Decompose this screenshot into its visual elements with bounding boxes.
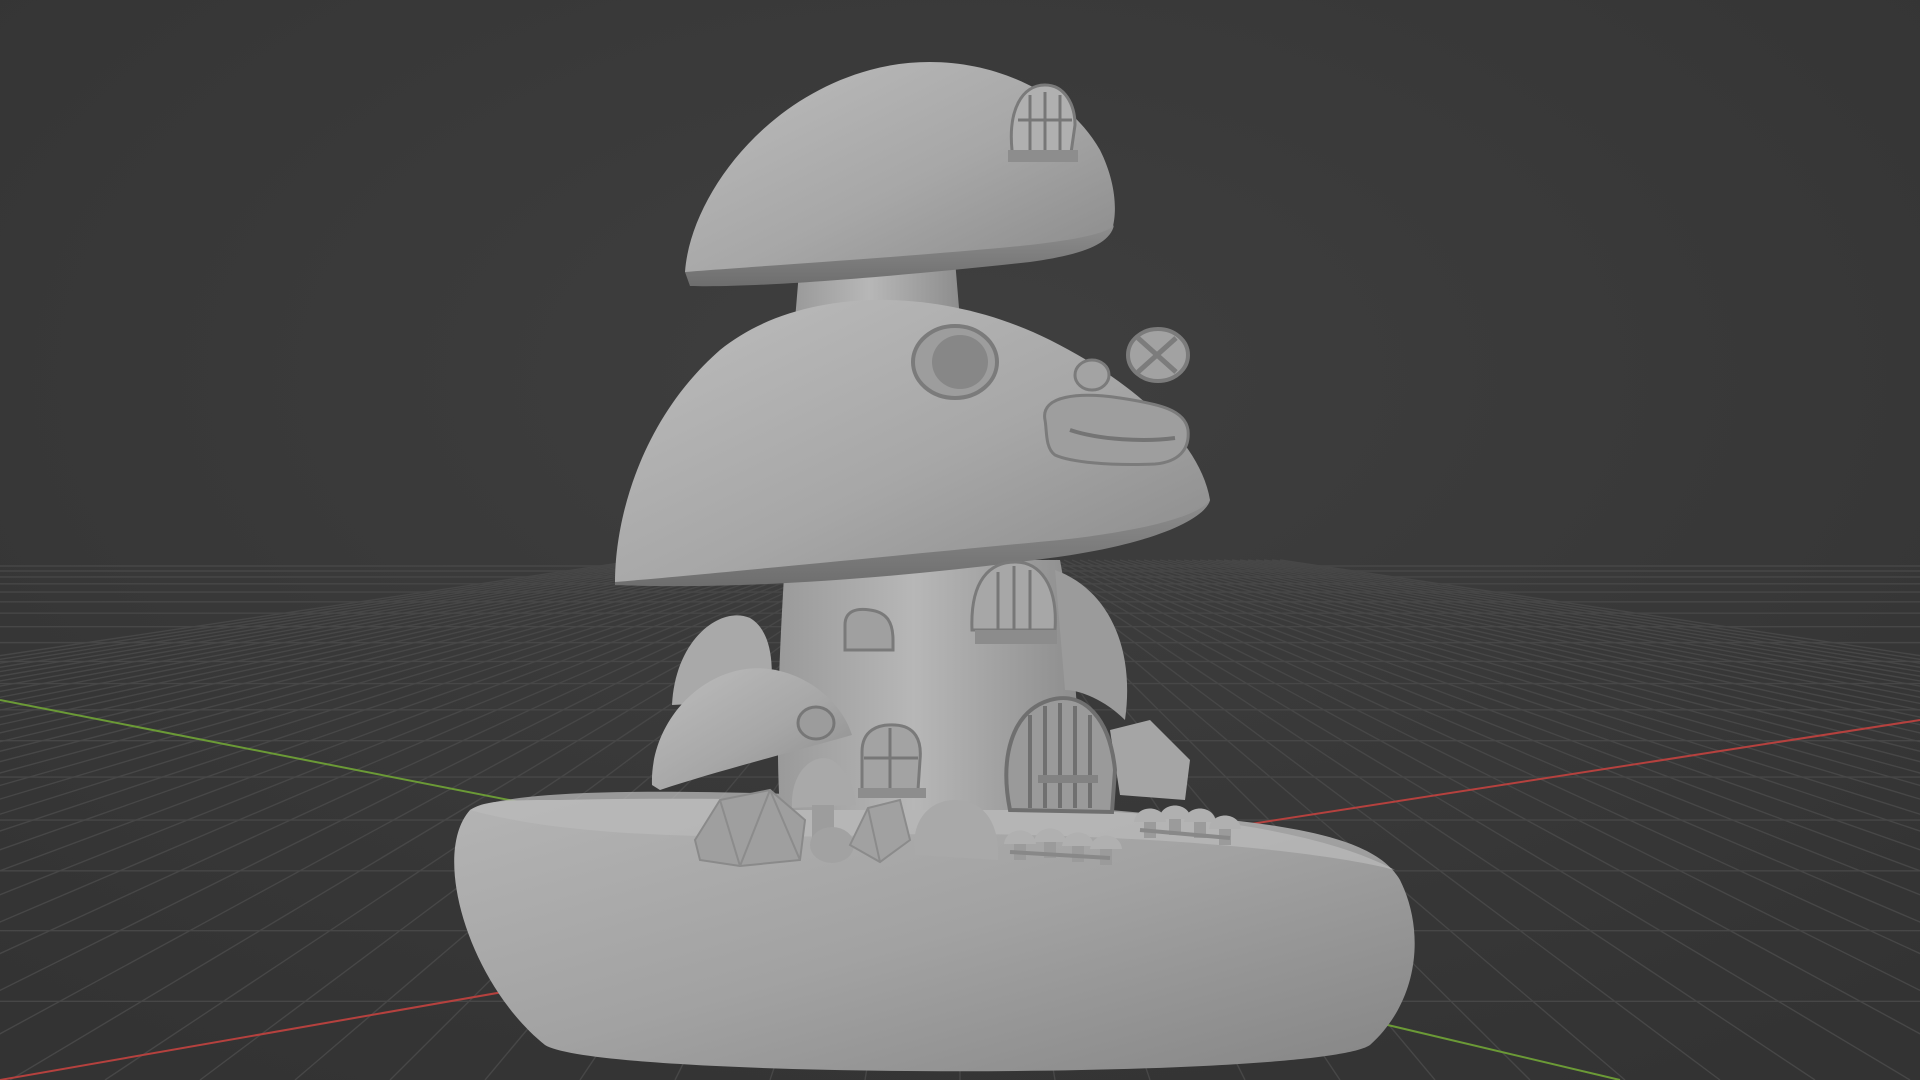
round-window-cross bbox=[1126, 327, 1190, 383]
round-window-left bbox=[911, 324, 999, 400]
pebble-small bbox=[810, 827, 854, 863]
3d-viewport[interactable] bbox=[0, 0, 1920, 1080]
viewport-canvas[interactable] bbox=[0, 0, 1920, 1080]
left-mushroom-window bbox=[796, 705, 836, 741]
round-window-small bbox=[1073, 358, 1111, 392]
stem-lower-window bbox=[858, 723, 926, 798]
stem-small-window bbox=[843, 607, 895, 652]
